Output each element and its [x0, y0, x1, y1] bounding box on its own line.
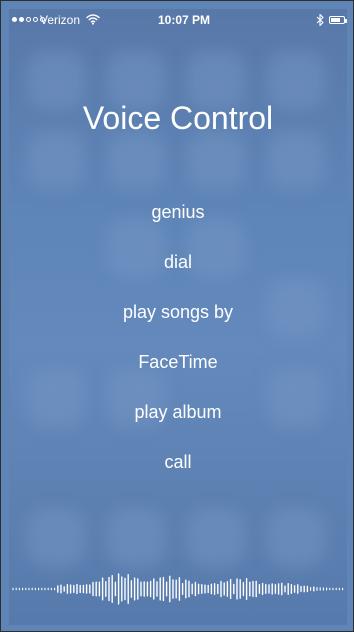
voice-command-play-album: play album [134, 402, 222, 422]
voice-command-facetime: FaceTime [138, 352, 218, 372]
status-time: 10:07 PM [158, 13, 211, 27]
blurred-app-icon [187, 509, 245, 567]
blurred-app-icon [267, 509, 325, 567]
signal-dot [26, 17, 31, 22]
signal-dot [19, 17, 24, 22]
voice-control-screen: Verizon 10:07 PM Voice Control genius di… [9, 9, 347, 625]
voice-command-list: genius dial play songs by FaceTime play … [9, 201, 347, 501]
blurred-app-icon [267, 131, 325, 189]
bluetooth-icon [316, 13, 324, 27]
battery-level [331, 18, 340, 22]
page-title: Voice Control [82, 100, 274, 136]
blurred-app-icon [27, 131, 85, 189]
blurred-app-icon [107, 509, 165, 567]
battery-icon [329, 16, 347, 24]
screenshot-frame: Verizon 10:07 PM Voice Control genius di… [0, 0, 354, 632]
status-bar: Verizon 10:07 PM [9, 9, 347, 33]
audio-waveform-icon [12, 573, 344, 605]
voice-command-dial: dial [163, 252, 193, 272]
signal-dot [12, 17, 17, 22]
carrier-name: Verizon [40, 13, 81, 27]
signal-dot [33, 17, 38, 22]
blurred-app-icon [187, 131, 245, 189]
voice-command-genius: genius [151, 202, 205, 222]
voice-command-play-songs-by: play songs by [122, 302, 234, 322]
blurred-app-icon [107, 131, 165, 189]
voice-command-call: call [164, 452, 192, 472]
blurred-app-icon [27, 509, 85, 567]
wifi-icon [86, 14, 100, 25]
